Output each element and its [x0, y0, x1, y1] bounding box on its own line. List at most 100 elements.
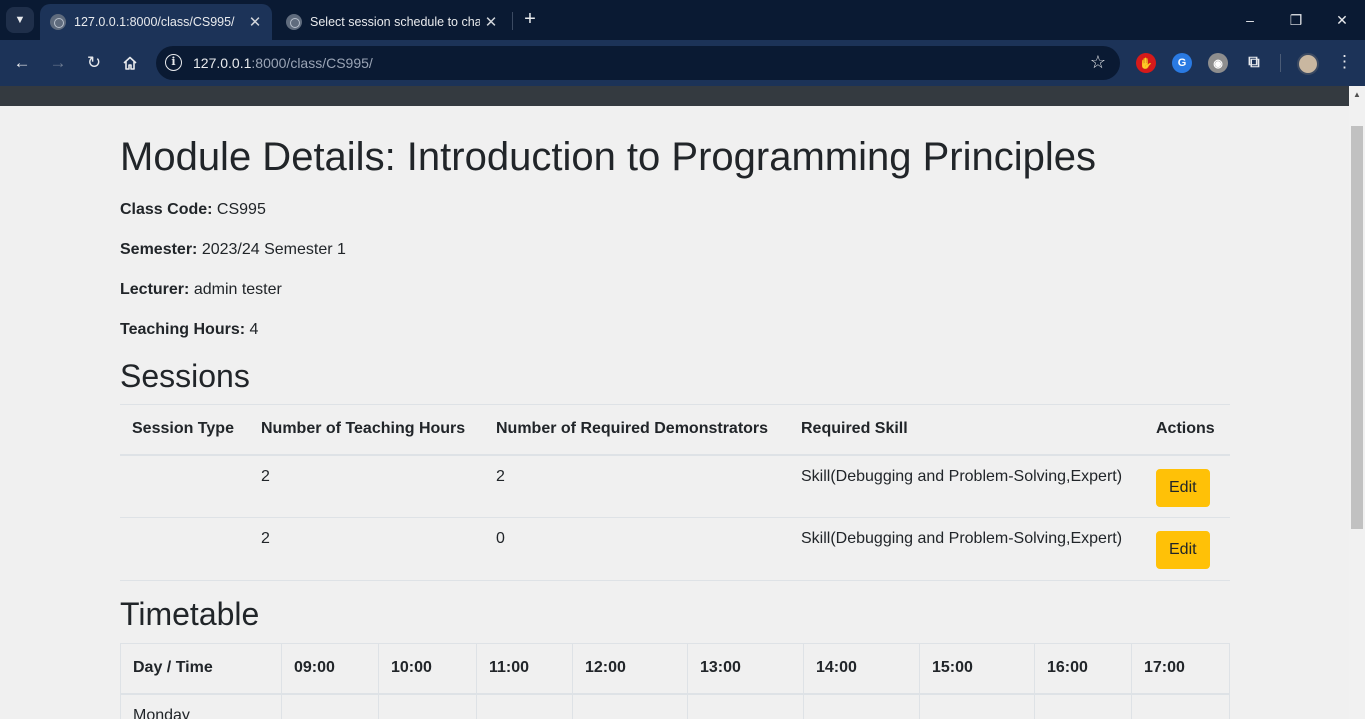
owl-extension-icon[interactable]: ◉: [1208, 53, 1228, 73]
tab-session-schedule[interactable]: Select session schedule to change ✕: [276, 4, 508, 40]
puzzle-icon[interactable]: ⧉: [1244, 53, 1264, 73]
sessions-heading: Sessions: [120, 358, 250, 394]
table-row: Monday: [120, 693, 1230, 719]
timetable-cell: [919, 693, 1035, 719]
new-tab-button[interactable]: +: [518, 8, 542, 32]
site-info-icon[interactable]: i: [165, 54, 182, 71]
detail-class-code: Class Code: CS995: [120, 201, 266, 219]
close-tab-icon[interactable]: ✕: [480, 13, 502, 31]
back-arrow-icon: ←: [13, 53, 31, 72]
reload-icon: ↻: [86, 53, 102, 72]
timetable-cell: [378, 693, 477, 719]
cell-teaching-hours: 2: [249, 517, 484, 581]
page-title: Module Details: Introduction to Programm…: [120, 135, 1096, 179]
column-header: 17:00: [1131, 643, 1230, 695]
cell-session-type: [120, 517, 249, 581]
restore-button[interactable]: ❐: [1273, 0, 1319, 40]
edit-session-button[interactable]: Edit: [1156, 531, 1210, 569]
globe-favicon-icon: [286, 14, 302, 30]
home-icon: [123, 56, 137, 70]
edit-session-button[interactable]: Edit: [1156, 468, 1210, 507]
detail-label: Semester:: [120, 241, 198, 258]
toolbar-separator: [1280, 54, 1281, 72]
column-header: Actions: [1144, 404, 1230, 456]
timetable-cell: [572, 693, 688, 719]
tab-separator: [512, 12, 513, 30]
detail-label: Lecturer:: [120, 281, 190, 298]
page-scrollbar[interactable]: ▲: [1349, 86, 1365, 719]
column-header: Required Skill: [789, 404, 1144, 456]
scroll-up-arrow-icon[interactable]: ▲: [1349, 88, 1365, 102]
timetable-cell: [1034, 693, 1132, 719]
column-header: Number of Teaching Hours: [249, 404, 484, 456]
cell-required-skill: Skill(Debugging and Problem-Solving,Expe…: [789, 517, 1144, 581]
kebab-menu-icon[interactable]: ⋮: [1336, 52, 1353, 72]
column-header: 13:00: [687, 643, 804, 695]
tab-title: Select session schedule to change: [310, 15, 480, 29]
detail-value: admin tester: [193, 281, 282, 298]
address-bar[interactable]: i 127.0.0.1:8000/class/CS995/ ☆: [156, 46, 1120, 80]
url-path: :8000/class/CS995/: [251, 55, 373, 71]
profile-avatar[interactable]: [1297, 53, 1319, 75]
home-button[interactable]: [118, 51, 142, 75]
minimize-button[interactable]: –: [1227, 0, 1273, 40]
cell-actions: Edit: [1144, 517, 1230, 581]
reload-button[interactable]: ↻: [82, 51, 106, 75]
forward-button[interactable]: →: [46, 51, 70, 75]
cell-required-skill: Skill(Debugging and Problem-Solving,Expe…: [789, 454, 1144, 518]
column-header: Session Type: [120, 404, 249, 456]
timetable-heading: Timetable: [120, 596, 260, 632]
chevron-down-icon: ▼: [14, 14, 26, 26]
bookmark-star-icon[interactable]: ☆: [1090, 52, 1106, 73]
table-row: 2 2 Skill(Debugging and Problem-Solving,…: [120, 454, 1230, 518]
detail-label: Class Code:: [120, 201, 213, 218]
close-tab-icon[interactable]: ✕: [244, 13, 266, 31]
cell-day: Monday: [120, 693, 282, 719]
column-header: 12:00: [572, 643, 688, 695]
table-row: 2 0 Skill(Debugging and Problem-Solving,…: [120, 517, 1230, 581]
sessions-table: Session Type Number of Teaching Hours Nu…: [120, 404, 1230, 581]
column-header: Day / Time: [120, 643, 282, 695]
column-header: 14:00: [803, 643, 920, 695]
site-navbar: [0, 86, 1349, 106]
column-header: 11:00: [476, 643, 573, 695]
timetable-cell: [476, 693, 573, 719]
detail-value: 2023/24 Semester 1: [201, 241, 346, 258]
cell-demonstrators: 0: [484, 517, 789, 581]
url-host: 127.0.0.1: [193, 55, 252, 71]
cell-demonstrators: 2: [484, 454, 789, 518]
timetable-cell: [803, 693, 920, 719]
globe-favicon-icon: [50, 14, 66, 30]
column-header: 16:00: [1034, 643, 1132, 695]
close-window-button[interactable]: ✕: [1319, 0, 1365, 40]
detail-lecturer: Lecturer: admin tester: [120, 281, 282, 299]
plus-icon: +: [524, 8, 536, 30]
timetable-cell: [687, 693, 804, 719]
google-extension-icon[interactable]: G: [1172, 53, 1192, 73]
adblock-extension-icon[interactable]: ✋: [1136, 53, 1156, 73]
table-header-row: Day / Time 09:00 10:00 11:00 12:00 13:00…: [120, 643, 1230, 695]
browser-tab-strip: ▼ 127.0.0.1:8000/class/CS995/ ✕ Select s…: [0, 0, 1365, 40]
detail-semester: Semester: 2023/24 Semester 1: [120, 241, 346, 259]
cell-session-type: [120, 454, 249, 518]
cell-actions: Edit: [1144, 454, 1230, 518]
column-header: 09:00: [281, 643, 379, 695]
tab-search-button[interactable]: ▼: [6, 7, 34, 33]
column-header: 10:00: [378, 643, 477, 695]
tab-class-page[interactable]: 127.0.0.1:8000/class/CS995/ ✕: [40, 4, 272, 40]
url-text[interactable]: 127.0.0.1:8000/class/CS995/: [193, 55, 373, 71]
table-header-row: Session Type Number of Teaching Hours Nu…: [120, 404, 1230, 456]
cell-teaching-hours: 2: [249, 454, 484, 518]
tab-title: 127.0.0.1:8000/class/CS995/: [74, 15, 235, 29]
scroll-thumb[interactable]: [1351, 126, 1363, 529]
timetable-table: Day / Time 09:00 10:00 11:00 12:00 13:00…: [120, 643, 1230, 719]
detail-teaching-hours: Teaching Hours: 4: [120, 321, 258, 339]
column-header: 15:00: [919, 643, 1035, 695]
browser-toolbar: ← → ↻ i 127.0.0.1:8000/class/CS995/ ☆ ✋ …: [0, 40, 1365, 86]
detail-value: 4: [249, 321, 259, 338]
timetable-cell: [1131, 693, 1230, 719]
back-button[interactable]: ←: [10, 51, 34, 75]
detail-value: CS995: [216, 201, 266, 218]
timetable-cell: [281, 693, 379, 719]
detail-label: Teaching Hours:: [120, 321, 246, 338]
